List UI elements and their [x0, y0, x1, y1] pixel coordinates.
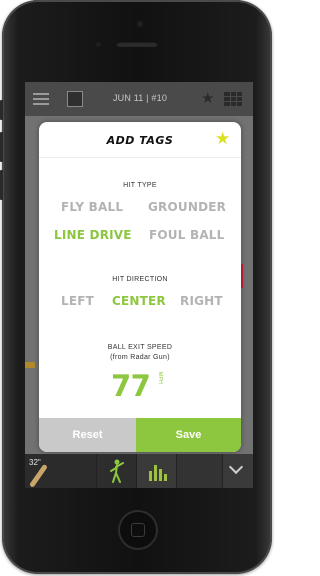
add-tags-dialog: ADD TAGS ★ HIT TYPE FLY BALL GROUNDER LI… [39, 122, 241, 452]
calendar-grid-icon[interactable] [224, 92, 242, 106]
session-date-label: JUN 11 | #10 [112, 93, 168, 103]
toolbar-spacer [177, 454, 223, 488]
volume-down-button [0, 170, 3, 200]
star-icon[interactable]: ★ [215, 130, 230, 147]
bat-size-label: 32" [29, 458, 41, 467]
hit-direction-label: HIT DIRECTION [112, 276, 168, 283]
hit-direction-left[interactable]: LEFT [61, 294, 94, 308]
stats-tab[interactable] [137, 454, 177, 488]
background-marker [241, 264, 243, 288]
swing-player-icon [110, 459, 124, 483]
save-button[interactable]: Save [136, 418, 241, 452]
top-bar: JUN 11 | #10 ★ [25, 82, 253, 116]
exit-speed-label: BALL EXIT SPEED [107, 344, 173, 351]
reset-button[interactable]: Reset [39, 418, 136, 452]
mute-switch [0, 100, 3, 120]
proximity-sensor [96, 42, 101, 47]
background-marker [25, 362, 35, 368]
hit-direction-right[interactable]: RIGHT [180, 294, 223, 308]
volume-up-button [0, 132, 3, 162]
chevron-down-icon [228, 459, 244, 475]
star-icon[interactable]: ★ [201, 91, 214, 106]
bar-chart-icon [149, 463, 167, 481]
bottom-toolbar: 32" [25, 454, 253, 488]
bat-selector[interactable]: 32" [25, 454, 97, 488]
front-camera [136, 20, 144, 28]
hit-direction-center[interactable]: CENTER [112, 294, 166, 308]
swing-view-tab[interactable] [97, 454, 137, 488]
hit-type-label: HIT TYPE [123, 182, 157, 189]
app-screen: JUN 11 | #10 ★ ADD TAGS ★ HIT TYPE FLY B… [25, 82, 253, 488]
bat-icon [28, 463, 48, 488]
collapse-button[interactable] [223, 454, 253, 488]
hit-type-grounder[interactable]: GROUNDER [148, 200, 226, 214]
phone-frame: JUN 11 | #10 ★ ADD TAGS ★ HIT TYPE FLY B… [0, 0, 272, 574]
exit-speed-value[interactable]: 77 [111, 372, 151, 401]
hamburger-menu-icon[interactable] [33, 93, 49, 105]
home-button[interactable] [118, 510, 158, 550]
hit-type-line-drive[interactable]: LINE DRIVE [54, 228, 132, 242]
dialog-header: ADD TAGS ★ [39, 122, 241, 158]
exit-speed-sublabel: (from Radar Gun) [110, 354, 170, 361]
hit-type-foul-ball[interactable]: FOUL BALL [149, 228, 225, 242]
earpiece-speaker [116, 41, 158, 47]
exit-speed-unit: MPH [157, 372, 163, 385]
team-logo-icon[interactable] [67, 91, 83, 107]
hit-type-fly-ball[interactable]: FLY BALL [61, 200, 123, 214]
dialog-title: ADD TAGS [106, 134, 174, 147]
